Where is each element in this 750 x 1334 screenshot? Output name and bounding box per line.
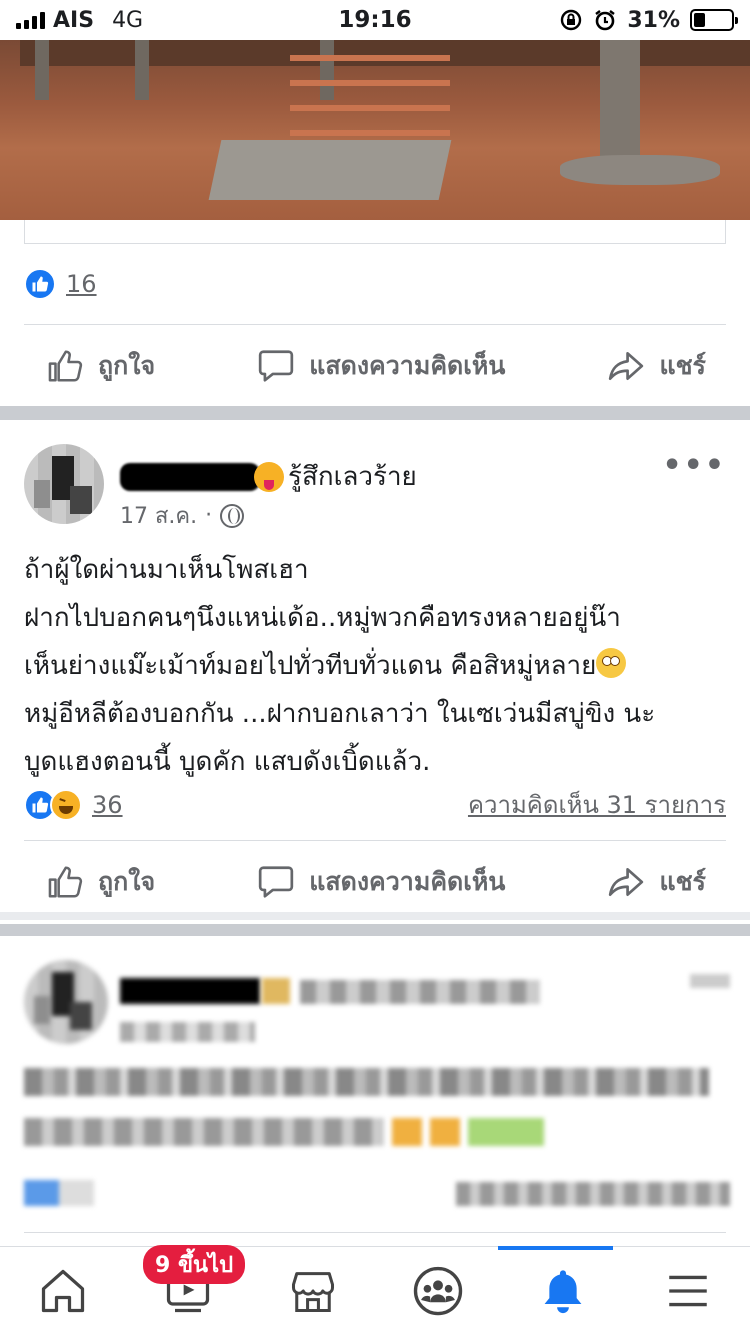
- post-separator: [0, 912, 750, 920]
- blurred-name: [120, 978, 260, 1004]
- like-reaction-icon: [24, 268, 56, 300]
- post-photo[interactable]: [0, 40, 750, 220]
- like-button[interactable]: ถูกใจ: [46, 862, 155, 902]
- blurred-emoji: [392, 1118, 422, 1146]
- like-label: ถูกใจ: [98, 867, 156, 896]
- divider: [24, 324, 726, 325]
- like-label: ถูกใจ: [98, 351, 156, 380]
- reactions-row: 36 ความคิดเห็น 31 รายการ: [24, 785, 726, 824]
- video-badge: 9 ขึ้นไป: [143, 1244, 246, 1284]
- home-icon: [41, 1269, 84, 1312]
- thumbs-up-icon: [48, 350, 83, 382]
- post-text-line: ถ้าผู้ใดผ่านมาเห็นโพสเฮา: [24, 555, 309, 585]
- post-separator: [0, 924, 750, 936]
- share-button[interactable]: แชร์: [607, 862, 706, 902]
- divider: [24, 1232, 726, 1233]
- more-options-icon[interactable]: •••: [662, 448, 726, 483]
- post-actions: ถูกใจ แสดงความคิดเห็น แชร์: [0, 842, 750, 922]
- comment-label: แสดงความคิดเห็น: [309, 867, 506, 896]
- blurred-emoji: [468, 1118, 544, 1146]
- share-button[interactable]: แชร์: [607, 346, 706, 386]
- haha-reaction-icon: [50, 788, 82, 821]
- eye-roll-emoji-icon: [596, 648, 627, 678]
- photo-gravel: [560, 155, 720, 185]
- blurred-text-line: [24, 1118, 384, 1146]
- post-text-line: เห็นย่างแม๊ะเม้าท์มอยไปทั่วทีบทั่วแดน คื…: [24, 642, 734, 690]
- status-left: AIS 4G: [16, 8, 143, 33]
- author-avatar[interactable]: [24, 444, 104, 524]
- rotation-lock-icon: [561, 9, 582, 31]
- signal-icon: [16, 11, 45, 29]
- reaction-count[interactable]: 36: [92, 791, 123, 819]
- redacted-author-name[interactable]: [120, 462, 260, 491]
- blurred-emoji: [430, 1118, 460, 1146]
- blurred-more: [690, 974, 730, 988]
- comments-count-link[interactable]: ความคิดเห็น 31 รายการ: [468, 785, 726, 824]
- post-text-line: หมู่อีหลีต้องบอกกัน ...ฝากบอกเลาว่า ในเซ…: [24, 699, 656, 729]
- blurred-emoji: [262, 978, 290, 1004]
- status-right: 31%: [559, 7, 738, 33]
- alarm-icon: [595, 10, 616, 31]
- menu-icon: [668, 1275, 707, 1306]
- share-label: แชร์: [659, 867, 706, 896]
- share-label: แชร์: [659, 351, 706, 380]
- marketplace-icon: [291, 1271, 334, 1312]
- thumbs-up-icon: [48, 866, 83, 898]
- photo-frame: [24, 220, 726, 244]
- post-meta: 17 ส.ค. ·: [120, 498, 245, 533]
- post-text-line-content: เห็นย่างแม๊ะเม้าท์มอยไปทั่วทีบทั่วแดน คื…: [24, 651, 597, 681]
- reactions-row: 16: [24, 268, 726, 300]
- post-date[interactable]: 17 ส.ค.: [120, 498, 197, 533]
- blurred-comments: [456, 1182, 730, 1206]
- share-icon: [609, 351, 644, 381]
- photo-pillar: [135, 40, 149, 100]
- tab-bar: 9 ขึ้นไป: [0, 1244, 750, 1334]
- photo-stairs: [290, 40, 460, 155]
- status-bar: AIS 4G 19:16 31%: [0, 0, 750, 40]
- post-text-line: บูดแฮงตอนนี้ บูดคัก แสบดังเบิ้ดแล้ว.: [24, 747, 431, 777]
- post-text: ถ้าผู้ใดผ่านมาเห็นโพสเฮา ฝากไปบอกคนๆนึงแ…: [24, 546, 734, 786]
- like-button[interactable]: ถูกใจ: [46, 346, 155, 386]
- tab-marketplace[interactable]: [250, 1247, 375, 1334]
- notifications-icon: [544, 1269, 581, 1313]
- blurred-avatar: [24, 960, 108, 1044]
- blurred-reactions: [24, 1180, 94, 1206]
- post-separator: [0, 406, 750, 420]
- comment-button[interactable]: แสดงความคิดเห็น: [257, 346, 505, 386]
- post-author-line: รู้สึกเลวร้าย: [120, 456, 417, 497]
- post-text-line: ฝากไปบอกคนๆนึงแหน่เด้อ..หมู่พวกคือทรงหลา…: [24, 603, 621, 633]
- tab-menu[interactable]: [625, 1247, 750, 1334]
- comment-icon: [259, 350, 294, 382]
- blurred-feeling: [300, 980, 540, 1004]
- tab-video[interactable]: 9 ขึ้นไป: [125, 1244, 250, 1334]
- blurred-date: [120, 1022, 255, 1042]
- reactions-summary[interactable]: 16: [24, 268, 97, 300]
- network-label: 4G: [112, 7, 144, 33]
- comment-label: แสดงความคิดเห็น: [309, 351, 506, 380]
- globe-icon: [220, 503, 245, 528]
- reactions-summary[interactable]: 36: [24, 788, 123, 821]
- reaction-count[interactable]: 16: [66, 270, 97, 298]
- photo-pillar: [35, 40, 49, 100]
- meta-dot: ·: [205, 503, 213, 528]
- post-actions: ถูกใจ แสดงความคิดเห็น แชร์: [0, 326, 750, 406]
- tab-groups[interactable]: [375, 1247, 500, 1334]
- tab-home[interactable]: [0, 1247, 125, 1334]
- divider: [24, 840, 726, 841]
- comment-button[interactable]: แสดงความคิดเห็น: [257, 862, 505, 902]
- feeling-label: รู้สึกเลวร้าย: [288, 462, 417, 492]
- photo-slab: [208, 140, 452, 200]
- groups-icon: [413, 1266, 462, 1315]
- tab-notifications[interactable]: [498, 1245, 625, 1334]
- blurred-text-line: [24, 1068, 709, 1096]
- battery-icon: [690, 9, 738, 31]
- carrier-label: AIS: [53, 7, 95, 33]
- share-icon: [609, 867, 644, 897]
- comment-icon: [259, 866, 294, 898]
- battery-percent: 31%: [627, 7, 680, 33]
- feeling-emoji-icon: [254, 461, 284, 492]
